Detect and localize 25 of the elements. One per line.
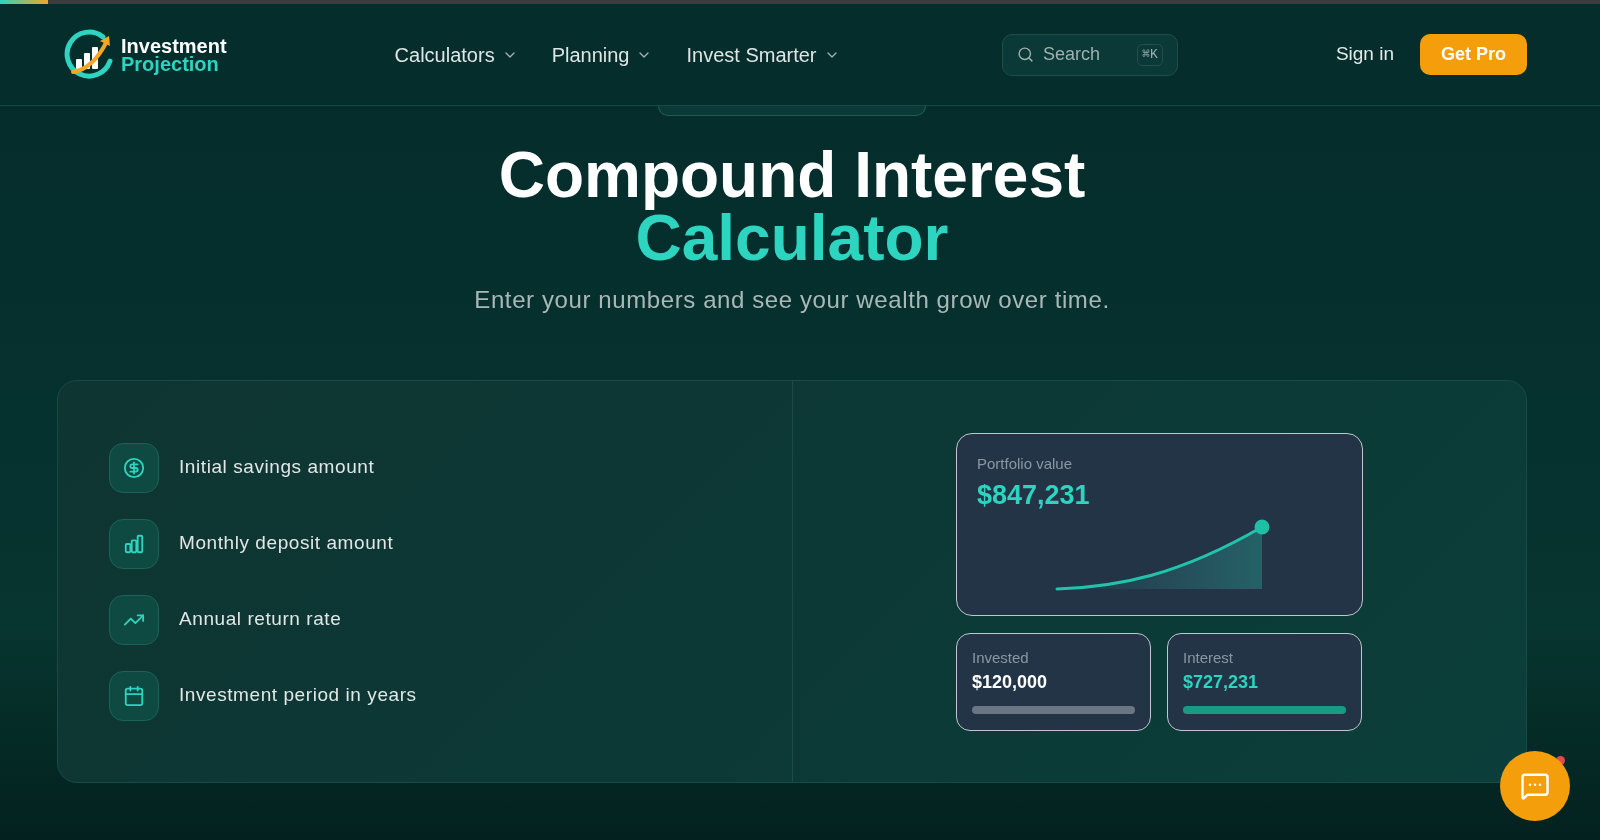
stat-label: Invested xyxy=(972,648,1029,667)
trend-up-icon xyxy=(109,594,159,645)
portfolio-value: $847,231 xyxy=(977,478,1090,511)
logo-icon xyxy=(63,28,115,81)
search-button[interactable]: Search ⌘K xyxy=(1001,33,1178,76)
stat-label: Interest xyxy=(1183,648,1234,667)
bar-chart-icon xyxy=(109,518,159,569)
calendar-icon xyxy=(109,670,159,721)
portfolio-label: Portfolio value xyxy=(977,454,1073,473)
keyboard-shortcut: ⌘K xyxy=(1137,43,1163,66)
nav-menu-button[interactable]: Planning xyxy=(551,33,653,76)
field-label: Annual return rate xyxy=(179,607,342,632)
chat-bubble-icon xyxy=(1520,771,1550,801)
stat-value: $120,000 xyxy=(972,670,1048,693)
search-icon xyxy=(1016,46,1034,63)
page-subtitle: Enter your numbers and see your wealth grow over time. xyxy=(474,285,1110,315)
stat-value: $727,231 xyxy=(1183,670,1259,693)
field-label: Monthly deposit amount xyxy=(179,531,394,556)
nav-menu-button[interactable]: Calculators xyxy=(394,33,518,76)
field-label: Investment period in years xyxy=(179,683,417,708)
logo-link[interactable]: Investment Projection xyxy=(63,28,227,81)
sign-in-link[interactable]: Sign in xyxy=(1335,40,1394,69)
nav-menu-button[interactable]: Invest Smarter xyxy=(686,33,840,76)
dollar-icon xyxy=(109,442,159,493)
field-label: Initial savings amount xyxy=(179,455,375,480)
